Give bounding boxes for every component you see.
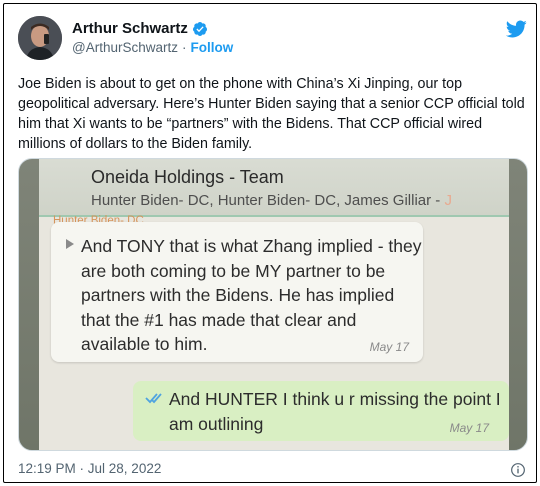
verified-badge-icon — [192, 21, 207, 36]
tweet-header: Arthur Schwartz @ArthurSchwartz · Follow — [18, 16, 528, 64]
twitter-bird-icon[interactable] — [504, 18, 528, 40]
group-name: Oneida Holdings - Team — [91, 167, 284, 187]
chat-header: Oneida Holdings - Team Hunter Biden- DC,… — [39, 159, 509, 217]
tweet-timestamp[interactable]: 12:19 PM · Jul 28, 2022 — [18, 461, 161, 476]
outgoing-message-bubble: And HUNTER I think u r missing the point… — [133, 381, 509, 441]
chat-screenshot: Oneida Holdings - Team Hunter Biden- DC,… — [39, 159, 509, 450]
play-caret-icon — [66, 239, 74, 249]
tweet-card: Arthur Schwartz @ArthurSchwartz · Follow… — [3, 3, 537, 483]
tweet-text: Joe Biden is about to get on the phone w… — [18, 76, 525, 152]
group-members: Hunter Biden- DC, Hunter Biden- DC, Jame… — [91, 192, 452, 209]
incoming-message-text: And TONY that is what Zhang implied - th… — [81, 236, 422, 354]
tweet-footer: 12:19 PM · Jul 28, 2022 — [18, 460, 528, 480]
double-check-icon — [145, 393, 162, 404]
info-icon[interactable] — [510, 462, 526, 478]
members-list: Hunter Biden- DC, Hunter Biden- DC, Jame… — [91, 192, 441, 209]
avatar[interactable] — [18, 16, 62, 60]
tweet-photo[interactable]: Oneida Holdings - Team Hunter Biden- DC,… — [18, 158, 528, 451]
separator: · — [181, 40, 187, 55]
follow-button[interactable]: Follow — [190, 40, 233, 55]
handle[interactable]: @ArthurSchwartz — [72, 40, 178, 55]
display-name[interactable]: Arthur Schwartz — [72, 20, 188, 37]
members-tail: J — [440, 192, 452, 209]
outgoing-message-time: May 17 — [449, 421, 489, 435]
incoming-message-time: May 17 — [369, 340, 409, 354]
incoming-message-bubble: And TONY that is what Zhang implied - th… — [51, 222, 423, 362]
